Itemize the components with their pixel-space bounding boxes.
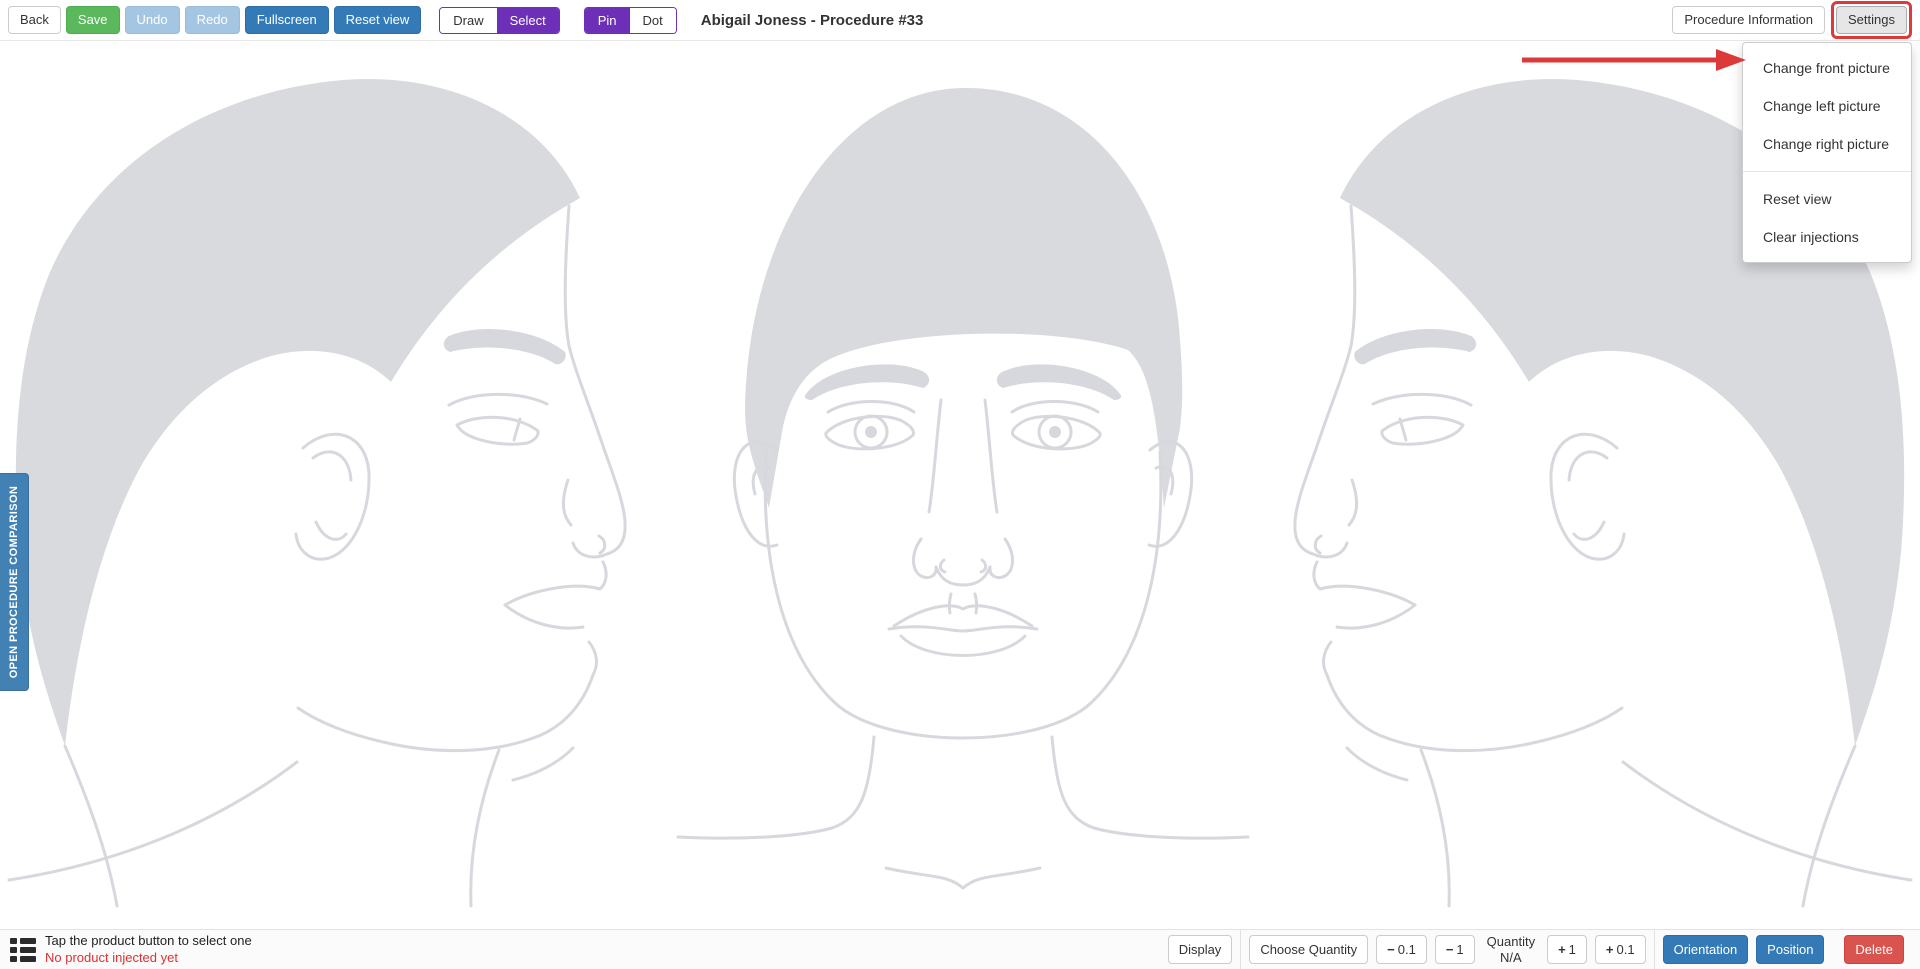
increment-0-1-button[interactable]: +0.1 — [1595, 935, 1646, 964]
page-title: Abigail Joness - Procedure #33 — [701, 12, 924, 29]
choose-quantity-button[interactable]: Choose Quantity — [1249, 935, 1368, 964]
undo-button[interactable]: Undo — [125, 6, 180, 34]
position-button[interactable]: Position — [1756, 935, 1824, 964]
side-tab-label: OPEN PROCEDURE COMPARISON — [8, 486, 20, 679]
decrement-1-button[interactable]: −1 — [1435, 935, 1475, 964]
front-face[interactable] — [678, 88, 1248, 888]
front-neck-left — [678, 737, 874, 838]
display-button[interactable]: Display — [1168, 935, 1233, 964]
front-neck-right — [1052, 737, 1248, 838]
draw-toggle-button[interactable]: Draw — [440, 8, 496, 33]
product-hint-text: Tap the product button to select one — [45, 933, 252, 950]
red-arrow-annotation — [1520, 46, 1748, 74]
settings-button[interactable]: Settings — [1836, 6, 1907, 34]
save-button[interactable]: Save — [66, 6, 120, 34]
select-toggle-button[interactable]: Select — [497, 8, 559, 33]
back-button[interactable]: Back — [8, 6, 61, 34]
draw-select-toggle: Draw Select — [439, 7, 559, 34]
no-product-status-text: No product injected yet — [45, 950, 252, 967]
toolbar-right-group: Procedure Information Settings — [1672, 1, 1912, 39]
face-canvas[interactable] — [0, 41, 1920, 929]
product-hint-block: Tap the product button to select one No … — [45, 933, 252, 967]
increment-1-button[interactable]: +1 — [1547, 935, 1587, 964]
procedure-information-button[interactable]: Procedure Information — [1672, 6, 1825, 34]
footer-divider — [1654, 930, 1655, 969]
pin-toggle-button[interactable]: Pin — [585, 8, 630, 33]
injection-planner-app: Back Save Undo Redo Fullscreen Reset vie… — [0, 0, 1920, 969]
settings-highlight-annotation: Settings — [1831, 1, 1912, 39]
front-hair — [745, 88, 1182, 508]
front-nose — [929, 400, 941, 512]
quantity-readout: Quantity N/A — [1487, 934, 1535, 965]
front-right-eyebrow — [997, 364, 1121, 400]
settings-dropdown-menu: Change front picture Change left picture… — [1742, 42, 1912, 263]
front-collar — [886, 868, 1040, 888]
reset-view-button[interactable]: Reset view — [334, 6, 422, 34]
front-face-outline — [765, 452, 1161, 738]
decrement-0-1-button[interactable]: −0.1 — [1376, 935, 1427, 964]
footer-bar: Tap the product button to select one No … — [0, 929, 1920, 969]
face-diagrams — [0, 41, 1920, 929]
pin-dot-toggle: Pin Dot — [584, 7, 677, 34]
left-profile-face[interactable] — [9, 79, 625, 906]
menu-item-change-left-picture[interactable]: Change left picture — [1743, 87, 1911, 125]
fullscreen-button[interactable]: Fullscreen — [245, 6, 329, 34]
menu-item-change-right-picture[interactable]: Change right picture — [1743, 125, 1911, 163]
menu-item-reset-view[interactable]: Reset view — [1743, 180, 1911, 218]
open-procedure-comparison-tab[interactable]: OPEN PROCEDURE COMPARISON — [0, 473, 29, 691]
redo-button[interactable]: Redo — [185, 6, 240, 34]
menu-divider — [1743, 171, 1911, 172]
product-list-icon[interactable] — [10, 938, 37, 962]
menu-item-clear-injections[interactable]: Clear injections — [1743, 218, 1911, 256]
quantity-label: Quantity — [1487, 934, 1535, 950]
delete-button[interactable]: Delete — [1844, 935, 1904, 964]
toolbar: Back Save Undo Redo Fullscreen Reset vie… — [0, 0, 1920, 41]
footer-divider — [1240, 930, 1241, 969]
orientation-button[interactable]: Orientation — [1663, 935, 1749, 964]
front-left-eyebrow — [805, 364, 929, 400]
quantity-value: N/A — [1487, 950, 1535, 966]
menu-item-change-front-picture[interactable]: Change front picture — [1743, 49, 1911, 87]
front-lips — [894, 606, 1032, 626]
dot-toggle-button[interactable]: Dot — [630, 8, 676, 33]
